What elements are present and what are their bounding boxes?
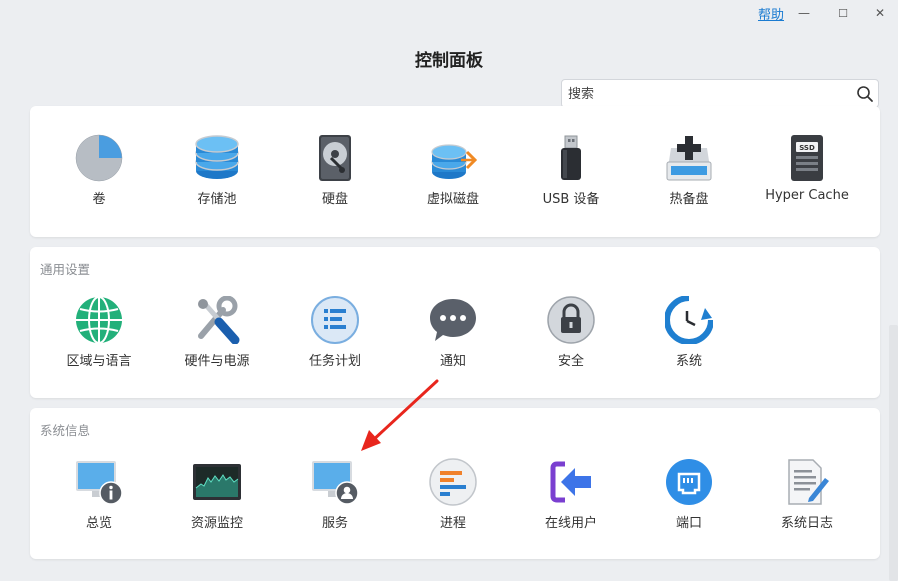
close-button[interactable]: ✕ [866, 2, 894, 24]
item-task-schedule[interactable]: 任务计划 [276, 296, 394, 386]
item-system[interactable]: 系统 [630, 296, 748, 386]
item-hot-spare[interactable]: 热备盘 [630, 134, 748, 224]
pie-chart-icon [75, 134, 123, 182]
item-region-language[interactable]: 区域与语言 [40, 296, 158, 386]
item-label: 服务 [321, 516, 348, 531]
item-label: 硬件与电源 [184, 354, 250, 369]
item-label: Hyper Cache [765, 188, 849, 203]
item-hard-disk[interactable]: 硬盘 [276, 134, 394, 224]
item-ports[interactable]: 端口 [630, 458, 748, 548]
monitor-info-icon [76, 461, 123, 505]
hot-spare-icon [666, 136, 712, 181]
content-scroll-area: 卷 存储池 硬盘 虚拟磁盘 USB 设备 热备盘 SSD Hyper Cache… [0, 106, 898, 581]
item-label: 存储池 [197, 192, 237, 207]
tools-icon [198, 296, 240, 344]
item-label: 在线用户 [544, 516, 597, 531]
monitor-user-icon [312, 461, 359, 505]
search-box[interactable] [561, 79, 879, 108]
ssd-icon: SSD [791, 135, 823, 181]
scrollbar[interactable] [889, 325, 898, 581]
hard-disk-icon [319, 135, 351, 181]
search-input[interactable] [568, 84, 848, 104]
resource-monitor-icon [193, 464, 241, 500]
item-label: 卷 [92, 192, 106, 207]
item-hardware-power[interactable]: 硬件与电源 [158, 296, 276, 386]
clock-refresh-icon [665, 296, 713, 344]
log-document-icon [788, 459, 829, 505]
search-icon[interactable] [856, 85, 874, 103]
item-virtual-disk[interactable]: 虚拟磁盘 [394, 134, 512, 224]
maximize-button[interactable]: ☐ [829, 2, 857, 24]
globe-icon [76, 296, 122, 344]
item-label: 系统日志 [780, 516, 833, 531]
annotation-arrow [361, 379, 439, 451]
item-security[interactable]: 安全 [512, 296, 630, 386]
item-label: 硬盘 [321, 192, 348, 207]
section-title: 系统信息 [40, 423, 91, 438]
item-processes[interactable]: 进程 [394, 458, 512, 548]
item-volume[interactable]: 卷 [40, 134, 158, 224]
help-link[interactable]: 帮助 [758, 4, 784, 23]
item-online-users[interactable]: 在线用户 [512, 458, 630, 548]
item-hyper-cache[interactable]: SSD Hyper Cache [748, 134, 866, 224]
storage-pool-icon [195, 135, 239, 179]
item-label: 进程 [439, 516, 466, 531]
usb-drive-icon [561, 135, 581, 180]
section-title: 通用设置 [40, 262, 91, 277]
item-label: 系统 [675, 354, 702, 369]
item-storage-pool[interactable]: 存储池 [158, 134, 276, 224]
virtual-disk-icon [431, 144, 477, 179]
login-arrow-icon [550, 461, 591, 503]
item-label: 通知 [439, 354, 466, 369]
item-overview[interactable]: 总览 [40, 458, 158, 548]
process-list-icon [429, 458, 477, 506]
item-system-log[interactable]: 系统日志 [748, 458, 866, 548]
chat-bubble-icon [430, 299, 476, 341]
network-port-icon [666, 459, 712, 505]
item-label: 端口 [675, 516, 702, 531]
lock-icon [547, 296, 595, 344]
item-label: USB 设备 [542, 192, 600, 207]
item-notification[interactable]: 通知 [394, 296, 512, 386]
item-services[interactable]: 服务 [276, 458, 394, 548]
item-label: 安全 [557, 354, 584, 369]
general-settings-panel: 通用设置 区域与语言 硬件与电源 任务计划 通知 安全 系统 [30, 247, 880, 398]
item-label: 资源监控 [190, 516, 243, 531]
item-label: 区域与语言 [66, 354, 132, 369]
system-info-panel: 系统信息 总览 资源监控 服务 进程 在线用户 端口 系统日志 [30, 408, 880, 559]
title-bar: 帮助 — ☐ ✕ [0, 0, 898, 28]
item-label: 任务计划 [308, 354, 361, 369]
minimize-button[interactable]: — [790, 2, 818, 24]
item-label: 总览 [85, 516, 112, 531]
item-label: 虚拟磁盘 [426, 192, 479, 207]
item-label: 热备盘 [669, 192, 709, 207]
svg-text:SSD: SSD [799, 144, 815, 152]
storage-panel: 卷 存储池 硬盘 虚拟磁盘 USB 设备 热备盘 SSD Hyper Cache [30, 106, 880, 237]
item-usb-device[interactable]: USB 设备 [512, 134, 630, 224]
page-title: 控制面板 [415, 51, 483, 71]
task-list-icon [311, 296, 359, 344]
item-resource-monitor[interactable]: 资源监控 [158, 458, 276, 548]
